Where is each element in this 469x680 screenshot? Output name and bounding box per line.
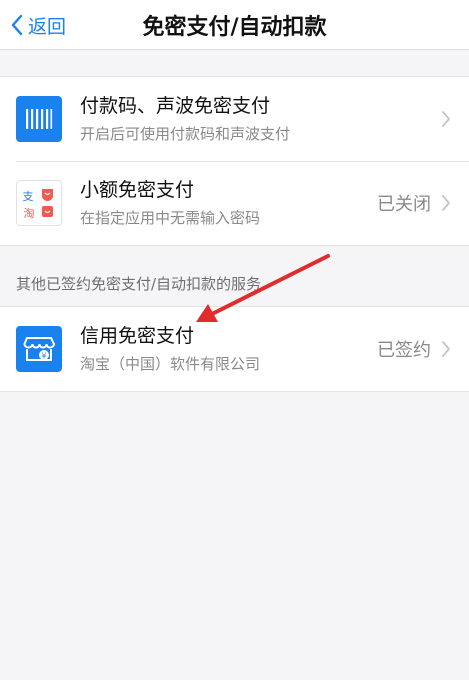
svg-text:支: 支 <box>23 190 34 203</box>
row-title: 小额免密支付 <box>80 179 195 201</box>
chevron-right-icon <box>441 194 451 212</box>
svg-text:淘: 淘 <box>24 207 35 220</box>
small-amount-payment-row[interactable]: 支 淘 小额免密支付 在指定应用中无需输入密码 已关闭 <box>0 161 469 245</box>
payment-settings-group: 付款码、声波免密支付 开启后可使用付款码和声波支付 支 淘 小额免密支付 在指定… <box>0 76 469 246</box>
row-title: 付款码、声波免密支付 <box>80 95 271 117</box>
back-button[interactable]: 返回 <box>10 0 66 50</box>
barcode-payment-texts: 付款码、声波免密支付 开启后可使用付款码和声波支付 <box>80 93 441 145</box>
barcode-payment-row[interactable]: 付款码、声波免密支付 开启后可使用付款码和声波支付 <box>0 77 469 161</box>
row-title: 信用免密支付 <box>80 325 195 347</box>
credit-shop-icon: ¥ <box>16 326 62 372</box>
status-text: 已签约 <box>377 340 431 361</box>
barcode-icon <box>16 96 62 142</box>
chevron-right-icon <box>441 340 451 358</box>
chevron-left-icon <box>11 14 23 36</box>
alipay-taobao-apps-icon: 支 淘 <box>16 180 62 226</box>
section-label: 其他已签约免密支付/自动扣款的服务 <box>16 275 262 293</box>
small-amount-payment-texts: 小额免密支付 在指定应用中无需输入密码 <box>80 177 377 229</box>
row-subtitle: 在指定应用中无需输入密码 <box>80 209 261 227</box>
page-title: 免密支付/自动扣款 <box>142 15 327 40</box>
status-text: 已关闭 <box>377 194 431 215</box>
services-group: ¥ 信用免密支付 淘宝（中国）软件有限公司 已签约 <box>0 306 469 392</box>
chevron-right-icon <box>441 110 451 128</box>
back-label: 返回 <box>28 15 67 38</box>
credit-payment-texts: 信用免密支付 淘宝（中国）软件有限公司 <box>80 323 377 375</box>
navigation-bar: 返回 免密支付/自动扣款 <box>0 0 469 50</box>
row-subtitle: 开启后可使用付款码和声波支付 <box>80 125 291 143</box>
row-subtitle: 淘宝（中国）软件有限公司 <box>80 355 261 373</box>
svg-text:¥: ¥ <box>41 352 46 361</box>
top-spacer <box>0 50 469 76</box>
credit-payment-row[interactable]: ¥ 信用免密支付 淘宝（中国）软件有限公司 已签约 <box>0 307 469 391</box>
